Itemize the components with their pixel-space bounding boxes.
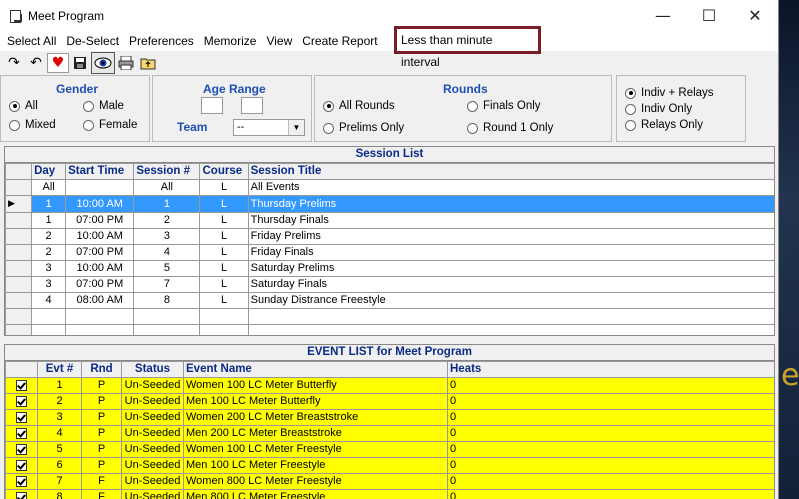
gender-female-radio[interactable]: Female	[83, 119, 137, 131]
undo-icon[interactable]: ↶	[25, 53, 47, 73]
menu-view[interactable]: View	[261, 31, 297, 51]
col-day[interactable]: Day	[31, 163, 67, 180]
gender-title: Gender	[56, 82, 99, 96]
app-icon	[8, 9, 22, 23]
col-rnd[interactable]: Rnd	[81, 361, 122, 378]
session-list-panel: Session List Day Start Time Session # Co…	[4, 146, 775, 336]
toolbar: ↷ ↶ ♥	[0, 51, 778, 76]
session-table: Day Start Time Session # Course Session …	[5, 163, 774, 335]
indiv-relays-radio[interactable]: Indiv + Relays	[625, 87, 714, 99]
checkbox[interactable]	[16, 411, 27, 423]
print-icon[interactable]	[115, 53, 137, 73]
menu-memorize[interactable]: Memorize	[199, 31, 262, 51]
team-select[interactable]: -- ▼	[233, 119, 305, 136]
all-rounds-radio[interactable]: All Rounds	[323, 100, 395, 112]
menu-create-report[interactable]: Create Report	[297, 31, 382, 51]
folder-up-icon[interactable]	[137, 53, 159, 73]
checkbox[interactable]	[16, 379, 27, 391]
menu-preferences[interactable]: Preferences	[124, 31, 199, 51]
table-row[interactable]: 7 F Un-Seeded Women 800 LC Meter Freestyle 0	[5, 473, 774, 490]
table-row[interactable]: 8 F Un-Seeded Men 800 LC Meter Freestyle 0	[5, 489, 774, 499]
event-table: Evt # Rnd Status Event Name Heats 1 P Un-S…	[5, 361, 774, 499]
table-row[interactable]: 4 P Un-Seeded Men 200 LC Meter Breaststroke…	[5, 425, 774, 442]
checkbox[interactable]	[16, 395, 27, 407]
col-session-num[interactable]: Session #	[133, 163, 201, 180]
team-title: Team	[177, 120, 208, 134]
table-row[interactable]: 2 10:00 AM 3 L Friday Prelims	[5, 228, 774, 245]
age-range-title: Age Range	[203, 82, 266, 96]
col-heats[interactable]: Heats	[447, 361, 774, 378]
save-icon[interactable]	[69, 53, 91, 73]
table-row[interactable]: 3 10:00 AM 5 L Saturday Prelims	[5, 260, 774, 277]
indiv-only-radio[interactable]: Indiv Only	[625, 103, 692, 115]
age-team-group: Age Range - Team --▼	[152, 75, 312, 142]
round1-only-radio[interactable]: Round 1 Only	[467, 122, 553, 134]
relays-only-radio[interactable]: Relays Only	[625, 119, 703, 131]
table-row[interactable]: 2 P Un-Seeded Men 100 LC Meter Butterfly 0	[5, 393, 774, 410]
rounds-group: Rounds All Rounds Finals Only Prelims On…	[314, 75, 612, 142]
table-row[interactable]: 1 P Un-Seeded Women 100 LC Meter Butterfly 0	[5, 377, 774, 394]
row-pointer-icon: ▶	[8, 199, 15, 209]
desktop-background-glyph: e	[781, 358, 799, 393]
filter-panel: Gender All Male Mixed Female Age Range -…	[0, 75, 778, 145]
title-bar: Meet Program — ☐ ✕	[0, 0, 778, 31]
age-to-input[interactable]	[241, 97, 263, 114]
window-title: Meet Program	[28, 8, 105, 23]
meet-program-window: Meet Program — ☐ ✕ Select All De-Select …	[0, 0, 779, 499]
heart-icon[interactable]: ♥	[47, 53, 69, 73]
close-button[interactable]: ✕	[732, 0, 778, 31]
checkbox[interactable]	[16, 427, 27, 439]
menu-de-select[interactable]: De-Select	[61, 31, 124, 51]
col-evt-num[interactable]: Evt #	[37, 361, 82, 378]
table-row[interactable]: 2 07:00 PM 4 L Friday Finals	[5, 244, 774, 261]
checkbox[interactable]	[16, 475, 27, 487]
checkbox[interactable]	[16, 443, 27, 455]
col-session-title[interactable]: Session Title	[247, 163, 774, 180]
gender-mixed-radio[interactable]: Mixed	[9, 119, 56, 131]
table-row[interactable]: 1 07:00 PM 2 L Thursday Finals	[5, 212, 774, 229]
menu-less-than-minute-interval[interactable]: Less than minute interval	[394, 26, 541, 69]
checkbox[interactable]	[16, 491, 27, 499]
session-list-title: Session List	[5, 147, 774, 163]
desktop-background	[778, 0, 799, 499]
table-row[interactable]: ▶ 1 10:00 AM 1 L Thursday Prelims	[5, 195, 774, 213]
gender-male-radio[interactable]: Male	[83, 100, 124, 112]
gender-all-radio[interactable]: All	[9, 100, 38, 112]
table-row[interactable]: 4 08:00 AM 8 L Sunday Distrance Freestyle	[5, 292, 774, 309]
col-event-name[interactable]: Event Name	[183, 361, 448, 378]
col-status[interactable]: Status	[121, 361, 184, 378]
table-row[interactable]: All All L All Events	[5, 179, 774, 196]
event-list-title: EVENT LIST for Meet Program	[5, 345, 774, 361]
redo-icon[interactable]: ↷	[3, 53, 25, 73]
table-row[interactable]: 6 P Un-Seeded Men 100 LC Meter Freestyle 0	[5, 457, 774, 474]
checkbox[interactable]	[16, 459, 27, 471]
event-list-panel: EVENT LIST for Meet Program Evt # Rnd St…	[4, 344, 775, 499]
table-row-empty	[5, 308, 774, 325]
prelims-only-radio[interactable]: Prelims Only	[323, 122, 404, 134]
age-from-input[interactable]	[201, 97, 223, 114]
col-course[interactable]: Course	[199, 163, 249, 180]
minimize-button[interactable]: —	[640, 0, 686, 31]
gender-group: Gender All Male Mixed Female	[0, 75, 150, 142]
chevron-down-icon: ▼	[288, 120, 304, 135]
event-type-group: Indiv + Relays Indiv Only Relays Only	[616, 75, 746, 142]
finals-only-radio[interactable]: Finals Only	[467, 100, 541, 112]
table-row[interactable]: 5 P Un-Seeded Women 100 LC Meter Freestyle 0	[5, 441, 774, 458]
table-row[interactable]: 3 P Un-Seeded Women 200 LC Meter Breaststro…	[5, 409, 774, 426]
menu-bar: Select All De-Select Preferences Memoriz…	[0, 26, 778, 69]
menu-select-all[interactable]: Select All	[2, 31, 61, 51]
table-row[interactable]: 3 07:00 PM 7 L Saturday Finals	[5, 276, 774, 293]
col-start-time[interactable]: Start Time	[65, 163, 135, 180]
table-row-empty	[5, 324, 774, 335]
maximize-button[interactable]: ☐	[686, 0, 732, 31]
eye-icon[interactable]	[91, 52, 115, 74]
rounds-title: Rounds	[443, 82, 488, 96]
